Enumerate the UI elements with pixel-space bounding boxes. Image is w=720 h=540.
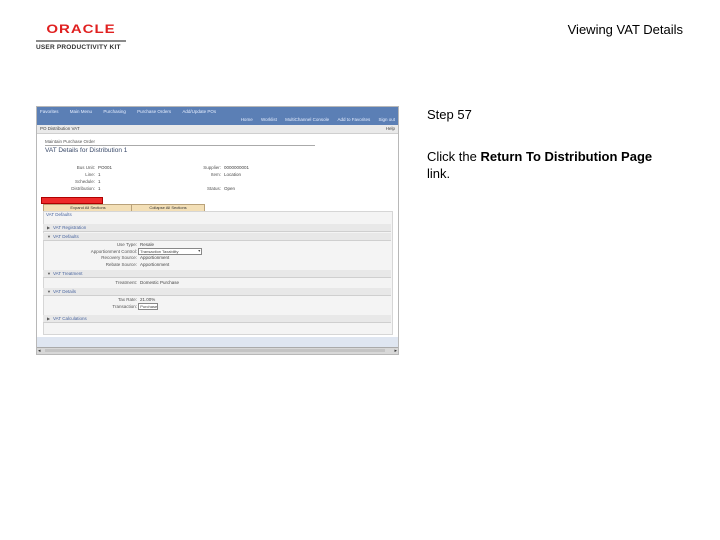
collapse-arrow-icon: ▼ [47, 289, 51, 294]
detail-use-type: Use Type: Resale [116, 242, 155, 247]
detail-recovery-source: Recovery Source: Apportionment [101, 255, 170, 260]
detail-treatment: Treatment: Domestic Purchase [115, 280, 180, 285]
collapse-arrow-icon: ▼ [47, 271, 51, 276]
step-number: Step 57 [427, 107, 472, 122]
detail-transaction: Transaction: Purchase [112, 303, 159, 310]
transaction-input[interactable]: Purchase [138, 303, 159, 310]
application-screenshot: Favorites Main Menu Purchasing Purchase … [36, 106, 399, 355]
logo-brand: ORACLE [46, 22, 116, 37]
field-status: Status: Open [206, 186, 236, 191]
vat-page-title: VAT Details for Distribution 1 [45, 147, 128, 154]
field-distribution: Distribution: 1 [71, 186, 101, 191]
context-divider [45, 145, 315, 146]
instruction-link-name: Return To Distribution Page [480, 149, 653, 164]
detail-tax-rate: Tax Rate: 21.00% [117, 297, 156, 302]
nav-item[interactable]: Purchasing [103, 109, 126, 114]
scroll-thumb[interactable] [45, 349, 385, 352]
page-bar: PO Distribution VAT Help [37, 125, 398, 134]
nav-link[interactable]: Worklist [261, 117, 277, 122]
instruction-prefix: Click the [427, 149, 481, 164]
field-item: Item: Location [210, 172, 242, 177]
collapse-arrow-icon: ▼ [47, 234, 51, 239]
detail-rebate-source: Rebate Source: Apportionment [105, 262, 170, 267]
top-navigation-bar: Favorites Main Menu Purchasing Purchase … [37, 107, 398, 125]
logo-product: USER PRODUCTIVITY KIT [36, 44, 121, 51]
nav-link[interactable]: Add to Favorites [337, 117, 370, 122]
field-supplier: Supplier: 0000000001 [203, 165, 250, 170]
expand-arrow-icon: ▶ [47, 316, 51, 321]
vat-defaults-header: VAT Defaults [46, 212, 72, 217]
nav-link[interactable]: Home [241, 117, 253, 122]
oracle-upk-logo: ORACLE USER PRODUCTIVITY KIT [36, 22, 126, 51]
detail-apportionment-control: Apportionment Control: Transaction Taxab… [67, 248, 203, 255]
vat-defaults-section[interactable]: ▼ VAT Defaults [43, 233, 391, 241]
nav-item[interactable]: Add/Update POs [182, 109, 216, 114]
apportionment-control-select[interactable]: Transaction Taxability [138, 248, 203, 255]
return-to-distribution-page-link[interactable] [41, 197, 103, 204]
help-link[interactable]: Help [386, 126, 395, 131]
logo-divider [36, 40, 126, 42]
vat-calculations-section[interactable]: ▶ VAT Calculations [43, 315, 391, 323]
horizontal-scrollbar[interactable]: ◂ ▸ [37, 347, 398, 354]
context-label: Maintain Purchase Order [45, 139, 96, 144]
field-line: Line: 1 [85, 172, 101, 177]
instruction-suffix: link. [427, 166, 451, 181]
step-instruction: Click the Return To Distribution Page li… [427, 148, 657, 182]
scroll-right-icon[interactable]: ▸ [394, 348, 397, 354]
breadcrumb: PO Distribution VAT [40, 126, 80, 131]
field-schedule: Schedule: 1 [74, 179, 101, 184]
vat-registration-section[interactable]: ▶ VAT Registration [43, 224, 391, 232]
nav-item[interactable]: Main Menu [70, 109, 92, 114]
nav-link[interactable]: MultiChannel Console [285, 117, 329, 122]
vat-details-section[interactable]: ▼ VAT Details [43, 288, 391, 296]
page-title: Viewing VAT Details [567, 22, 683, 37]
vat-treatment-section[interactable]: ▼ VAT Treatment [43, 270, 391, 278]
nav-link[interactable]: Sign out [378, 117, 395, 122]
scroll-left-icon[interactable]: ◂ [38, 348, 41, 354]
nav-item[interactable]: Purchase Orders [137, 109, 171, 114]
expand-arrow-icon: ▶ [47, 225, 51, 230]
nav-item[interactable]: Favorites [40, 109, 59, 114]
field-bus-unit: Bus Unit: PO001 [76, 165, 113, 170]
